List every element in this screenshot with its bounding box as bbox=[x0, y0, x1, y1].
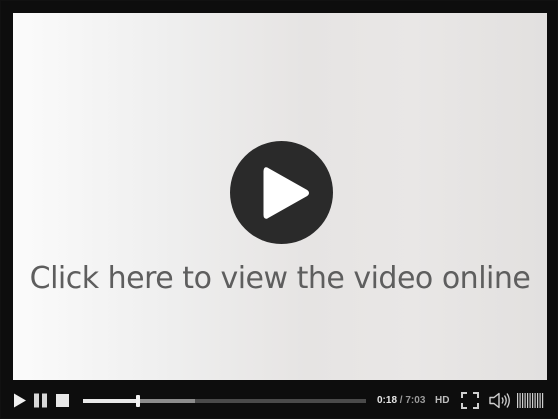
play-button[interactable] bbox=[13, 393, 27, 413]
pause-button[interactable] bbox=[34, 393, 48, 413]
volume-slider[interactable] bbox=[517, 392, 545, 414]
video-player: Click here to view the video online 0:18… bbox=[0, 0, 558, 419]
play-circle-icon bbox=[263, 167, 309, 219]
big-play-button[interactable] bbox=[230, 141, 333, 244]
hd-toggle[interactable]: HD bbox=[435, 395, 449, 406]
stop-button[interactable] bbox=[56, 394, 69, 407]
view-online-link[interactable]: Click here to view the video online bbox=[13, 261, 547, 296]
fullscreen-icon bbox=[461, 392, 479, 409]
duration: 7:03 bbox=[405, 395, 426, 406]
volume-bars-icon bbox=[517, 393, 544, 408]
play-icon bbox=[14, 393, 26, 408]
scrubber-handle[interactable] bbox=[135, 395, 140, 407]
progress-bar[interactable] bbox=[83, 395, 366, 407]
volume-button[interactable] bbox=[489, 392, 511, 414]
video-screen[interactable]: Click here to view the video online bbox=[13, 13, 547, 380]
fullscreen-button[interactable] bbox=[461, 392, 479, 414]
current-time: 0:18 bbox=[377, 395, 398, 406]
speaker-icon bbox=[489, 392, 510, 409]
time-display: 0:18 / 7:03 bbox=[377, 395, 425, 406]
played-fill bbox=[83, 399, 138, 403]
pause-icon bbox=[34, 393, 47, 408]
control-bar: 0:18 / 7:03 HD bbox=[1, 384, 557, 418]
